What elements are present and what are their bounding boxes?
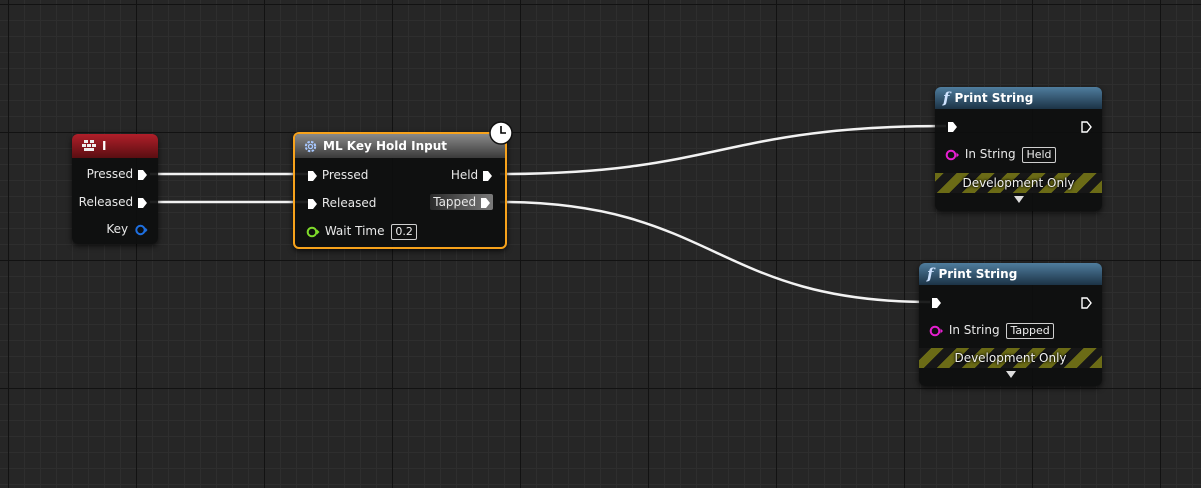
gear-icon [304,140,317,152]
held-exec-pin[interactable] [482,170,493,182]
function-icon: f [943,89,950,107]
print-tapped-exec-in-pin[interactable] [931,297,942,309]
key-event-header[interactable]: I [72,134,158,158]
development-only-banner: Development Only [919,348,1102,368]
key-event-node[interactable]: I Pressed Released Key [72,134,158,244]
wait-time-float-pin[interactable] [306,226,321,238]
hold-pressed-input-row: Pressed [307,167,368,183]
tapped-exec-pin[interactable] [480,197,491,209]
key-label: Key [106,222,129,236]
print-held-exec-out-pin[interactable] [1081,120,1092,133]
print-tapped-exec-in-row [931,294,942,310]
print-tapped-exec-out-pin[interactable] [1081,296,1092,309]
print-tapped-exec-out-row [1081,294,1092,310]
expand-arrow-icon[interactable] [1014,196,1024,203]
expand-arrow-icon[interactable] [1006,371,1016,378]
key-hold-input-node[interactable]: ML Key Hold Input Pressed Released Wait … [293,132,507,249]
tapped-output-row: Tapped [430,194,493,210]
wait-time-label: Wait Time [324,224,385,238]
key-hold-input-header[interactable]: ML Key Hold Input [295,134,505,158]
print-held-string-pin[interactable] [945,149,961,161]
held-label: Held [450,168,479,182]
wait-time-field[interactable]: 0.2 [391,223,417,240]
latent-clock-icon [489,121,513,145]
print-held-in-string-field[interactable]: Held [1022,146,1056,163]
released-exec-pin[interactable] [137,197,148,209]
pressed-output-row: Pressed [87,166,148,182]
print-tapped-in-string-row: In String Tapped [929,322,1054,339]
print-string-held-title: Print String [954,91,1034,105]
key-hold-input-title: ML Key Hold Input [323,139,448,153]
released-label: Released [78,195,134,209]
print-string-tapped-title: Print String [938,267,1018,281]
print-held-exec-in-row [947,118,958,134]
wait-time-input-row: Wait Time 0.2 [306,223,417,240]
hold-released-exec-pin[interactable] [307,198,318,210]
print-tapped-in-string-label: In String [948,323,1000,337]
key-struct-pin[interactable] [135,224,148,236]
print-string-tapped-node[interactable]: f Print String In String Tapped Developm… [919,263,1102,386]
wire-held [499,124,947,176]
development-only-banner: Development Only [935,173,1102,193]
held-output-row: Held [451,167,493,183]
print-held-exec-in-pin[interactable] [947,121,958,133]
pressed-label: Pressed [86,167,134,181]
hold-pressed-exec-pin[interactable] [307,170,318,182]
wire-tapped [499,200,931,304]
print-string-tapped-header[interactable]: f Print String [919,263,1102,285]
connection-wires [149,124,947,304]
print-tapped-string-pin[interactable] [929,325,945,337]
hold-released-input-row: Released [307,195,376,211]
print-held-in-string-row: In String Held [945,146,1056,163]
tapped-label: Tapped [433,195,477,209]
print-string-held-header[interactable]: f Print String [935,87,1102,109]
keyboard-icon [82,140,96,151]
print-tapped-in-string-field[interactable]: Tapped [1006,322,1054,339]
key-output-row: Key [106,221,148,237]
print-string-held-node[interactable]: f Print String In String Held Developmen… [935,87,1102,211]
function-icon: f [927,265,934,283]
print-held-in-string-label: In String [964,147,1016,161]
pressed-exec-pin[interactable] [137,169,148,181]
key-event-title: I [102,139,107,153]
hold-pressed-label: Pressed [321,168,369,182]
print-held-exec-out-row [1081,118,1092,134]
released-output-row: Released [79,194,148,210]
hold-released-label: Released [321,196,377,210]
